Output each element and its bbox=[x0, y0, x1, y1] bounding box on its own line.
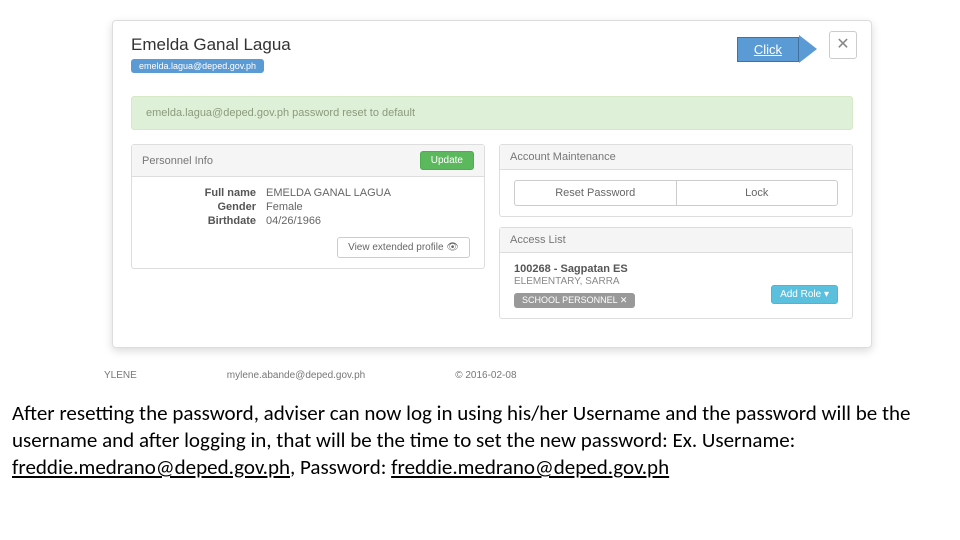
user-modal: Emelda Ganal Lagua emelda.lagua@deped.go… bbox=[112, 20, 872, 348]
arrow-icon bbox=[799, 35, 817, 63]
alert-success: emelda.lagua@deped.gov.ph password reset… bbox=[131, 96, 853, 130]
click-label: Click bbox=[737, 37, 799, 62]
update-button[interactable]: Update bbox=[420, 151, 474, 170]
modal-header: Emelda Ganal Lagua emelda.lagua@deped.go… bbox=[131, 35, 853, 74]
reset-password-button[interactable]: Reset Password bbox=[514, 180, 676, 206]
role-tag[interactable]: SCHOOL PERSONNEL ✕ bbox=[514, 293, 635, 308]
personnel-info-panel: Personnel Info Update Full name EMELDA G… bbox=[131, 144, 485, 269]
panel-title: Access List bbox=[510, 234, 566, 246]
info-row-fullname: Full name EMELDA GANAL LAGUA bbox=[146, 187, 470, 199]
view-extended-profile-button[interactable]: View extended profile 👁 bbox=[337, 237, 470, 258]
account-maintenance-panel: Account Maintenance Reset Password Lock bbox=[499, 144, 853, 217]
close-button[interactable]: ✕ bbox=[829, 31, 857, 59]
background-row: YLENE mylene.abande@deped.gov.ph © 2016-… bbox=[104, 370, 517, 381]
access-item-title: 100268 - Sagpatan ES bbox=[514, 263, 838, 275]
info-row-birthdate: Birthdate 04/26/1966 bbox=[146, 215, 470, 227]
lock-button[interactable]: Lock bbox=[676, 180, 839, 206]
info-row-gender: Gender Female bbox=[146, 201, 470, 213]
click-callout: Click bbox=[737, 35, 817, 63]
panel-title: Account Maintenance bbox=[510, 151, 616, 163]
add-role-button[interactable]: Add Role ▾ bbox=[771, 285, 838, 304]
panel-title: Personnel Info bbox=[142, 155, 213, 167]
access-list-panel: Access List 100268 - Sagpatan ES ELEMENT… bbox=[499, 227, 853, 319]
instruction-text: After resetting the password, adviser ca… bbox=[12, 400, 948, 481]
user-email-badge: emelda.lagua@deped.gov.ph bbox=[131, 59, 264, 73]
